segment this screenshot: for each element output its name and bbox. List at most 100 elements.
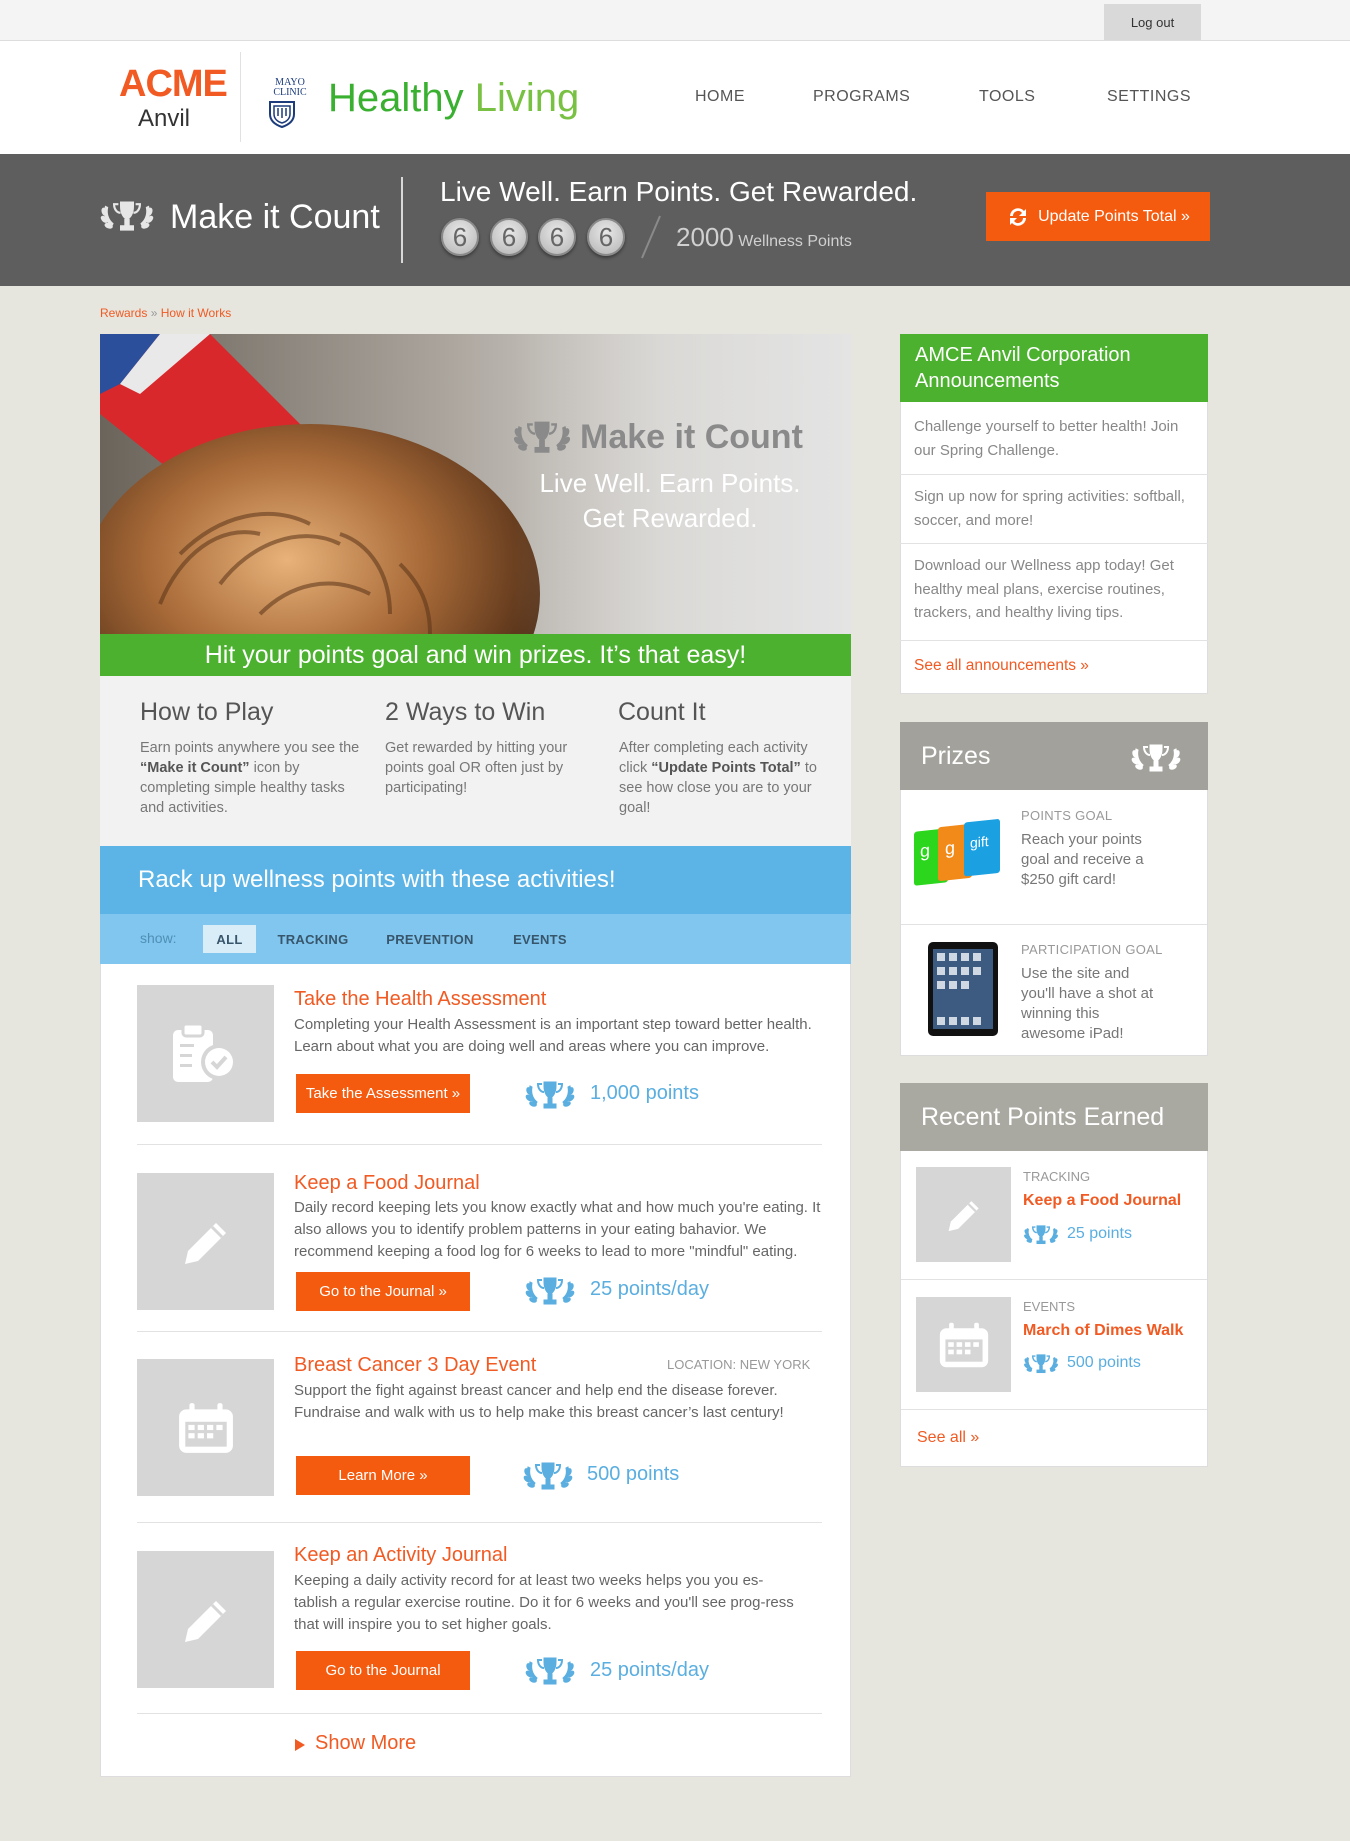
pencil-icon (183, 1221, 227, 1265)
mayo-clinic-logo: MAYO CLINIC (268, 78, 312, 129)
announcement-item[interactable]: Sign up now for spring activities: softb… (900, 475, 1208, 544)
filter-show-label: show: (140, 930, 177, 946)
activity-description: Keeping a daily activity record for at l… (294, 1572, 794, 1633)
logo-word-living: Living (474, 76, 580, 120)
take-assessment-button[interactable]: Take the Assessment » (296, 1074, 470, 1113)
hero-title: Make it Count (580, 418, 803, 456)
filter-tracking[interactable]: TRACKING (273, 925, 353, 953)
nav-tools[interactable]: TOOLS (979, 88, 1035, 106)
mayo-shield-icon (269, 101, 295, 129)
nav-settings[interactable]: SETTINGS (1107, 88, 1191, 106)
hero-tagline: Live Well. Earn Points. Get Rewarded. (490, 466, 850, 536)
ipad-image (928, 942, 998, 1036)
activities-header: Rack up wellness points with these activ… (100, 846, 851, 914)
go-to-journal-button[interactable]: Go to the Journal » (296, 1272, 470, 1311)
trophy-icon (524, 1657, 576, 1685)
brand-logo-anvil: Anvil (137, 105, 191, 132)
hero-tagline-line2: Get Rewarded. (582, 503, 758, 533)
activity-separator (137, 1144, 822, 1145)
nav-programs[interactable]: PROGRAMS (813, 88, 910, 106)
goal-label: Wellness Points (738, 233, 852, 250)
howto-title: How to Play (140, 698, 274, 726)
breadcrumb-how-it-works[interactable]: How it Works (161, 306, 231, 320)
prize-text: Use the site and you'll have a shot at w… (1021, 965, 1154, 1042)
gift-card-label: gift (970, 833, 989, 851)
go-to-activity-journal-button[interactable]: Go to the Journal (296, 1651, 470, 1690)
recent-separator (901, 1409, 1207, 1410)
recent-item-thumbnail[interactable] (916, 1297, 1011, 1392)
mayo-logo-line2: CLINIC (273, 87, 307, 98)
points-digit: 6 (538, 218, 576, 256)
activity-thumbnail[interactable] (137, 1359, 274, 1496)
activity-title[interactable]: Keep a Food Journal (294, 1172, 480, 1195)
recent-item-thumbnail[interactable] (916, 1167, 1011, 1262)
activity-points: 25 points/day (590, 1659, 709, 1681)
triangle-right-icon (295, 1739, 305, 1751)
recent-item-title[interactable]: March of Dimes Walk (1023, 1322, 1183, 1340)
see-all-announcements-link[interactable]: See all announcements » (914, 657, 1089, 675)
trophy-icon (512, 420, 572, 454)
howto-text-part: Get rewarded by hitting your points goal… (385, 740, 568, 796)
band-tagline: Live Well. Earn Points. Get Rewarded. (440, 176, 918, 207)
howto-text-part: Earn points anywhere you see the (140, 740, 360, 756)
activity-title[interactable]: Breast Cancer 3 Day Event (294, 1354, 536, 1377)
activity-title[interactable]: Take the Health Assessment (294, 988, 546, 1011)
filter-prevention[interactable]: PREVENTION (380, 925, 480, 953)
update-points-label: Update Points Total » (1038, 207, 1190, 225)
logo-word-healthy: Healthy (328, 76, 464, 120)
prize-label: PARTICIPATION GOAL (1021, 942, 1163, 957)
points-goal: 2000 Wellness Points (676, 222, 852, 253)
slash-divider (641, 215, 661, 259)
trophy-icon (522, 1462, 574, 1490)
healthy-living-logo[interactable]: Healthy Living (328, 74, 579, 122)
howto-title: 2 Ways to Win (385, 698, 546, 726)
see-all-recent-link[interactable]: See all » (917, 1429, 979, 1447)
prize-text: Reach your points goal and receive a $25… (1021, 831, 1144, 888)
activity-points: 1,000 points (590, 1082, 699, 1104)
show-more-link[interactable]: Show More (315, 1732, 416, 1755)
recent-item-points: 25 points (1067, 1225, 1132, 1242)
trophy-icon (1023, 1353, 1059, 1374)
trophy-icon (99, 200, 155, 232)
trophy-icon (1130, 744, 1182, 772)
points-digit: 6 (490, 218, 528, 256)
prize-banner: Hit your points goal and win prizes. It’… (100, 634, 851, 676)
svg-text:g: g (920, 840, 930, 861)
activity-thumbnail[interactable] (137, 985, 274, 1122)
activity-thumbnail[interactable] (137, 1173, 274, 1310)
trophy-icon (524, 1081, 576, 1109)
update-points-button[interactable]: Update Points Total » (986, 192, 1210, 241)
activity-title[interactable]: Keep an Activity Journal (294, 1544, 507, 1567)
breadcrumb-rewards[interactable]: Rewards (100, 306, 147, 320)
refresh-icon (1010, 207, 1027, 226)
howto-text: Earn points anywhere you see the “Make i… (140, 738, 360, 818)
nav-home[interactable]: HOME (695, 88, 745, 106)
logout-button[interactable]: Log out (1104, 4, 1201, 40)
activity-separator (137, 1522, 822, 1523)
howto-text: After completing each activity click “Up… (619, 738, 829, 818)
filter-events[interactable]: EVENTS (508, 925, 572, 953)
announcements-title: AMCE Anvil Corporation Announcements (900, 334, 1208, 402)
learn-more-button[interactable]: Learn More » (296, 1456, 470, 1495)
announcement-item[interactable]: Challenge yourself to better health! Joi… (900, 402, 1208, 475)
pencil-icon (946, 1199, 980, 1232)
activity-description: Daily record keeping lets you know exact… (294, 1199, 821, 1260)
pencil-icon (183, 1599, 227, 1643)
gift-cards-image: g g gift (914, 819, 1000, 886)
band-title: Make it Count (170, 198, 380, 236)
hero-tagline-line1: Live Well. Earn Points. (539, 468, 801, 498)
activity-location: LOCATION: NEW YORK (667, 1357, 811, 1372)
recent-item-title[interactable]: Keep a Food Journal (1023, 1192, 1181, 1210)
activity-thumbnail[interactable] (137, 1551, 274, 1688)
howto-text-bold: “Make it Count” (140, 760, 250, 776)
prize-separator (901, 924, 1207, 925)
announcement-item[interactable]: Download our Wellness app today! Get hea… (900, 544, 1208, 641)
header-divider (240, 52, 241, 142)
brand-logo-acme[interactable]: ACME (119, 64, 228, 104)
recent-item-category: EVENTS (1023, 1299, 1076, 1314)
filter-all[interactable]: ALL (203, 925, 256, 953)
clipboard-check-icon (172, 1022, 237, 1082)
activity-description: Completing your Health Assessment is an … (294, 1016, 812, 1055)
breadcrumb: Rewards » How it Works (100, 306, 231, 320)
breadcrumb-separator: » (150, 306, 158, 320)
